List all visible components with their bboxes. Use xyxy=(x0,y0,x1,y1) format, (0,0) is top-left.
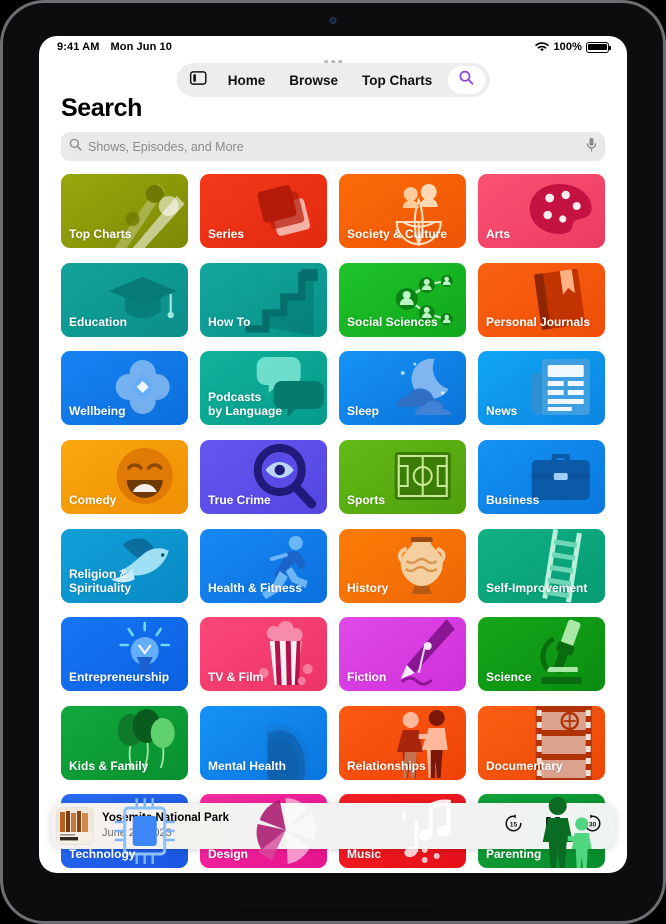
microphone-icon[interactable] xyxy=(586,137,597,157)
category-tile[interactable]: Health & Fitness xyxy=(200,528,327,603)
category-tile[interactable]: Documentary xyxy=(478,705,605,780)
category-grid: Top Charts Series Society & Culture Arts Edu… xyxy=(61,174,605,873)
category-tile-label: Education xyxy=(69,315,128,330)
category-tile[interactable]: How To xyxy=(200,262,327,337)
category-tile[interactable]: Entrepreneurship xyxy=(61,617,188,692)
category-tile-label: How To xyxy=(208,315,251,330)
category-tile-label: Wellbeing xyxy=(69,404,126,419)
category-tile-label: Health & Fitness xyxy=(208,581,303,596)
category-tile[interactable]: Self-Improvement xyxy=(478,528,605,603)
category-tile[interactable]: Kids & Family xyxy=(61,705,188,780)
category-tile-label: Social Sciences xyxy=(347,315,438,330)
category-tile[interactable]: Podcasts by Language xyxy=(200,351,327,426)
category-tile-label: Mental Health xyxy=(208,758,287,773)
search-placeholder: Shows, Episodes, and More xyxy=(88,139,244,154)
category-tile-label: Sleep xyxy=(347,404,380,419)
category-tile[interactable]: Science xyxy=(478,617,605,692)
category-tile[interactable]: Series xyxy=(200,174,327,248)
category-tile[interactable]: Personal Journals xyxy=(478,262,605,337)
sidebar-toggle-icon xyxy=(189,70,207,90)
category-tile[interactable]: Top Charts xyxy=(61,174,188,248)
sidebar-toggle-button[interactable] xyxy=(181,65,215,95)
category-tile-label: True Crime xyxy=(208,492,271,507)
category-tile-label: News xyxy=(486,404,518,419)
category-tile-label: Fiction xyxy=(347,669,387,684)
status-bar-right: 100% xyxy=(535,41,612,53)
category-tile[interactable]: TV & Film xyxy=(200,617,327,692)
category-tile-label: Podcasts by Language xyxy=(208,389,283,419)
category-tile-label: TV & Film xyxy=(208,669,264,684)
status-bar: 9:41 AM Mon Jun 10 100% xyxy=(39,36,627,58)
search-icon xyxy=(69,138,82,156)
wifi-icon xyxy=(535,41,550,53)
category-tile[interactable]: Education xyxy=(61,262,188,337)
category-tile-label: Religion & Spirituality xyxy=(69,567,132,596)
battery-percent: 100% xyxy=(553,41,582,53)
category-tile[interactable]: Society & Culture xyxy=(339,174,466,248)
category-tile[interactable]: Fiction xyxy=(339,617,466,692)
category-tile-label: Science xyxy=(486,669,532,684)
search-icon xyxy=(459,70,474,90)
category-tile[interactable]: History xyxy=(339,528,466,603)
status-bar-left: 9:41 AM Mon Jun 10 xyxy=(57,41,172,53)
category-tile-label: Self-Improvement xyxy=(486,581,588,596)
screen: 9:41 AM Mon Jun 10 100% Home Browse Top … xyxy=(39,36,627,873)
category-tile[interactable]: Comedy xyxy=(61,439,188,514)
battery-full-icon xyxy=(586,41,612,53)
category-tile-label: Business xyxy=(486,492,540,507)
category-tile[interactable]: Sports xyxy=(339,439,466,514)
category-tile-label: Society & Culture xyxy=(347,226,448,241)
nav-tab-bar: Home Browse Top Charts xyxy=(176,63,490,97)
category-tile[interactable]: True Crime xyxy=(200,439,327,514)
category-tile-label: Sports xyxy=(347,492,386,507)
category-tile[interactable]: Wellbeing xyxy=(61,351,188,426)
category-tile-label: Relationships xyxy=(347,758,426,773)
status-date: Mon Jun 10 xyxy=(110,41,172,53)
now-playing-artwork xyxy=(57,808,93,844)
category-tile[interactable]: Arts xyxy=(478,174,605,248)
tab-home[interactable]: Home xyxy=(217,65,277,95)
category-tile[interactable]: Relationships xyxy=(339,705,466,780)
category-tile-label: History xyxy=(347,581,389,596)
category-tile-label: Parenting xyxy=(486,847,542,862)
category-tile-label: Design xyxy=(208,847,249,862)
ipad-device: 9:41 AM Mon Jun 10 100% Home Browse Top … xyxy=(0,0,666,924)
category-tile-label: Series xyxy=(208,226,245,241)
page-title: Search xyxy=(61,94,142,122)
category-tile[interactable]: Sleep xyxy=(339,351,466,426)
category-tile-label: Top Charts xyxy=(69,226,132,241)
category-tile[interactable]: Social Sciences xyxy=(339,262,466,337)
tab-browse-label: Browse xyxy=(289,72,339,88)
category-tile[interactable]: News xyxy=(478,351,605,426)
search-input[interactable]: Shows, Episodes, and More xyxy=(61,132,605,161)
category-tile-label: Music xyxy=(347,847,382,862)
category-tile[interactable]: Mental Health xyxy=(200,705,327,780)
status-time: 9:41 AM xyxy=(57,41,100,53)
tab-top-charts-label: Top Charts xyxy=(362,72,433,88)
category-tile-label: Documentary xyxy=(486,758,563,773)
search-tab-button[interactable] xyxy=(447,66,486,94)
tab-browse[interactable]: Browse xyxy=(278,65,349,95)
category-tile-label: Entrepreneurship xyxy=(69,669,170,684)
tab-home-label: Home xyxy=(227,72,266,88)
home-indicator[interactable] xyxy=(235,908,431,913)
category-tile-label: Arts xyxy=(486,226,511,241)
front-camera xyxy=(329,17,337,24)
category-tile[interactable]: Religion & Spirituality xyxy=(61,528,188,603)
category-tile-label: Comedy xyxy=(69,492,117,507)
tab-top-charts[interactable]: Top Charts xyxy=(351,65,443,95)
category-tile-label: Technology xyxy=(69,847,136,862)
category-tile-label: Kids & Family xyxy=(69,758,149,773)
category-tile-label: Personal Journals xyxy=(486,315,591,330)
category-tile[interactable]: Business xyxy=(478,439,605,514)
